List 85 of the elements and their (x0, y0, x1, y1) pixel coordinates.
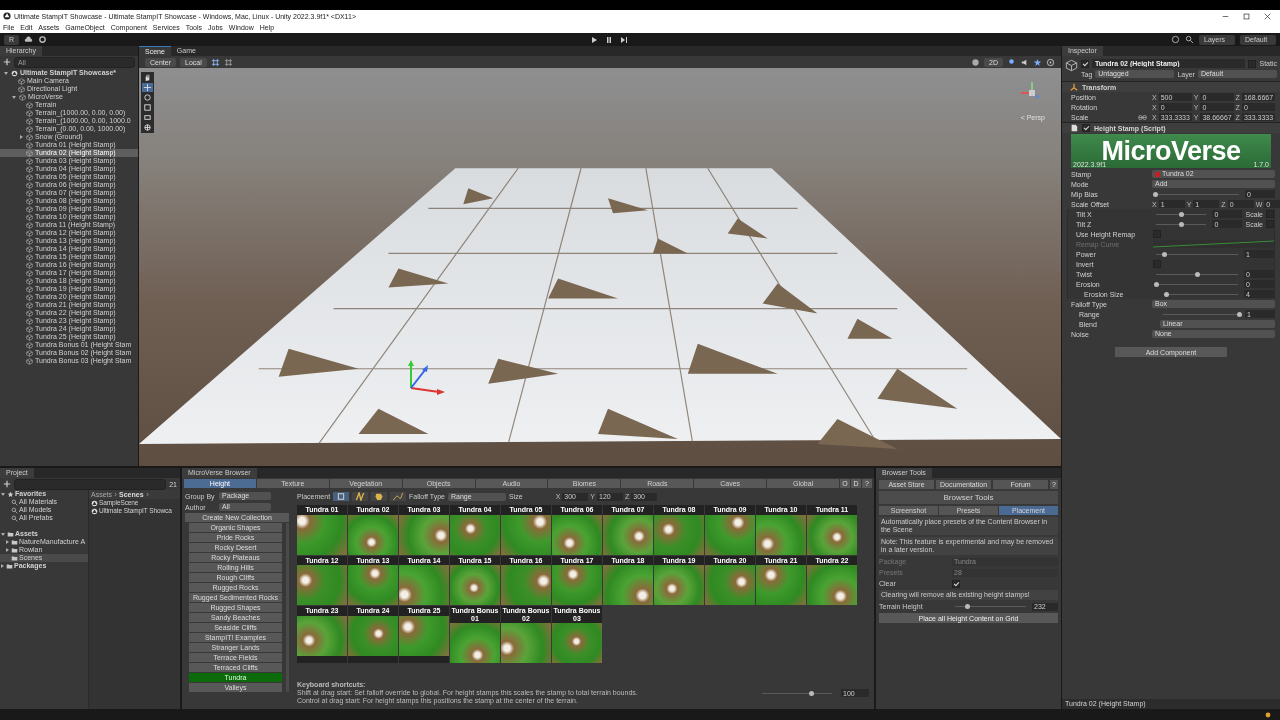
heightmap-thumbnail[interactable] (348, 565, 398, 605)
active-checkbox[interactable] (1081, 59, 1089, 68)
expand-arrow-icon[interactable] (4, 71, 8, 75)
audio-icon[interactable] (1020, 57, 1029, 67)
heightmap-thumbnail[interactable] (705, 514, 755, 555)
close-icon[interactable] (1264, 12, 1271, 20)
history-icon[interactable] (1171, 35, 1180, 44)
slider-thumb[interactable] (1153, 281, 1159, 287)
transform-icon (1070, 83, 1078, 91)
add-icon[interactable] (3, 480, 11, 488)
slider-thumb[interactable] (1178, 211, 1184, 217)
slider-thumb[interactable] (1152, 191, 1158, 197)
chevron-icon (145, 492, 149, 497)
heightmap-thumbnail[interactable] (654, 514, 704, 555)
expand-arrow-icon[interactable] (12, 95, 16, 99)
slider-thumb[interactable] (965, 604, 971, 609)
heightmap-thumbnail[interactable] (450, 565, 500, 605)
settings-icon[interactable] (38, 35, 48, 44)
heightmap-thumbnail[interactable] (756, 514, 806, 555)
slider-thumb[interactable] (1236, 311, 1242, 317)
curve-field[interactable] (1153, 240, 1274, 248)
expand-arrow-icon[interactable] (20, 135, 23, 139)
add-icon[interactable] (3, 58, 11, 66)
enabled-checkbox[interactable] (1082, 124, 1090, 132)
heightmap-thumbnail[interactable] (552, 514, 602, 555)
notification-icon[interactable] (1264, 710, 1272, 719)
stamp-icon[interactable] (333, 492, 350, 501)
heightmap-thumbnail[interactable] (705, 565, 755, 605)
search-icon[interactable] (1185, 35, 1194, 44)
heightmap-thumbnail[interactable] (297, 615, 347, 656)
heightmap-thumbnail[interactable] (297, 514, 347, 555)
move-tool-icon[interactable] (142, 83, 153, 92)
light-icon[interactable] (1007, 57, 1016, 67)
heightmap-thumbnail[interactable] (450, 514, 500, 555)
transform-tool-icon[interactable] (142, 123, 153, 132)
heightmap-thumbnail[interactable] (399, 615, 449, 656)
heightmap-thumbnail[interactable] (654, 565, 704, 605)
script-icon (1070, 124, 1078, 132)
heightmap-thumbnail[interactable] (348, 615, 398, 656)
effects-icon[interactable] (1033, 57, 1042, 67)
heightmap-thumbnail[interactable] (807, 565, 857, 605)
clear-checkbox[interactable] (952, 579, 960, 588)
spline-icon[interactable] (352, 492, 369, 501)
shading-icon[interactable] (971, 57, 981, 67)
slider-thumb[interactable] (808, 690, 814, 696)
unity-scene-icon (11, 69, 18, 77)
heightmap-thumbnail[interactable] (501, 514, 551, 555)
step-icon[interactable] (619, 34, 630, 45)
heightmap-thumbnail[interactable] (399, 565, 449, 605)
rotate-tool-icon[interactable] (142, 93, 153, 102)
slider-thumb[interactable] (1178, 221, 1184, 227)
heightmap-thumbnail[interactable] (348, 514, 398, 555)
heightmap-thumbnail[interactable] (552, 565, 602, 605)
path-icon[interactable] (390, 492, 407, 501)
cube-icon (1065, 59, 1078, 72)
heightmap-thumbnail[interactable] (297, 565, 347, 605)
slider-thumb[interactable] (1194, 271, 1200, 277)
link-icon[interactable] (1138, 114, 1147, 120)
heightmap-thumbnail[interactable] (450, 623, 500, 663)
expand-arrow-icon[interactable] (1, 564, 4, 568)
maximize-icon[interactable] (1243, 12, 1250, 20)
heightmap-thumbnail[interactable] (807, 514, 857, 555)
expand-arrow-icon[interactable] (6, 540, 9, 544)
search-field[interactable] (14, 478, 167, 490)
grid-icon[interactable] (210, 57, 220, 67)
area-icon[interactable] (371, 492, 388, 501)
heightmap-thumbnail[interactable] (501, 623, 551, 663)
star-icon (7, 490, 14, 498)
heightmap-thumbnail[interactable] (756, 565, 806, 605)
expand-arrow-icon[interactable] (1, 492, 5, 496)
slider-thumb[interactable] (1164, 291, 1170, 297)
snap-icon[interactable] (223, 57, 233, 67)
slider-thumb[interactable] (1161, 251, 1167, 257)
tools-header: Browser Tools (879, 491, 1058, 504)
heightmap-thumbnail[interactable] (399, 514, 449, 555)
heightmap-thumbnail[interactable] (603, 565, 653, 605)
gizmos-icon[interactable] (1046, 57, 1055, 67)
heightmap-thumbnail[interactable] (501, 565, 551, 605)
chevron-icon (114, 492, 117, 497)
scale-tool-icon[interactable] (142, 103, 153, 112)
heightmap-thumbnail[interactable] (603, 514, 653, 555)
cloud-icon[interactable] (24, 35, 34, 44)
heightmap-thumbnail[interactable] (552, 623, 602, 663)
expand-arrow-icon[interactable] (1, 532, 5, 536)
rect-tool-icon[interactable] (142, 113, 153, 122)
